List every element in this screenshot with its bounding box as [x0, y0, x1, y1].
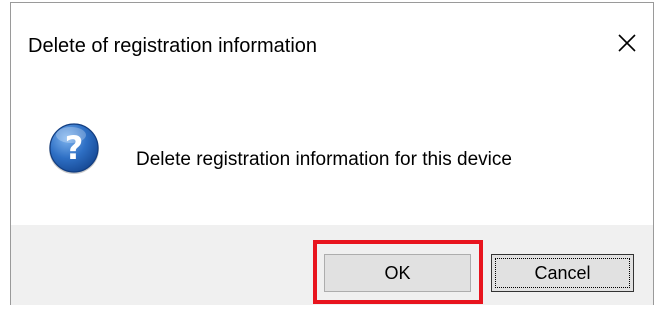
question-icon: ? — [49, 123, 99, 174]
cancel-button-label: Cancel — [534, 262, 591, 283]
ok-button[interactable]: OK — [324, 254, 471, 292]
svg-text:?: ? — [65, 129, 84, 167]
close-icon — [618, 34, 636, 52]
close-button[interactable] — [605, 21, 649, 65]
dialog-title: Delete of registration information — [28, 35, 318, 57]
title-bar: Delete of registration information — [11, 3, 653, 87]
ok-button-label: OK — [384, 262, 411, 283]
dialog-content: ? Delete registration information for th… — [11, 87, 653, 225]
dialog-window: Delete of registration information ? Del… — [10, 2, 654, 305]
button-bar: OK Cancel — [11, 225, 653, 305]
dialog-message: Delete registration information for this… — [136, 149, 512, 170]
cancel-button[interactable]: Cancel — [491, 254, 634, 292]
